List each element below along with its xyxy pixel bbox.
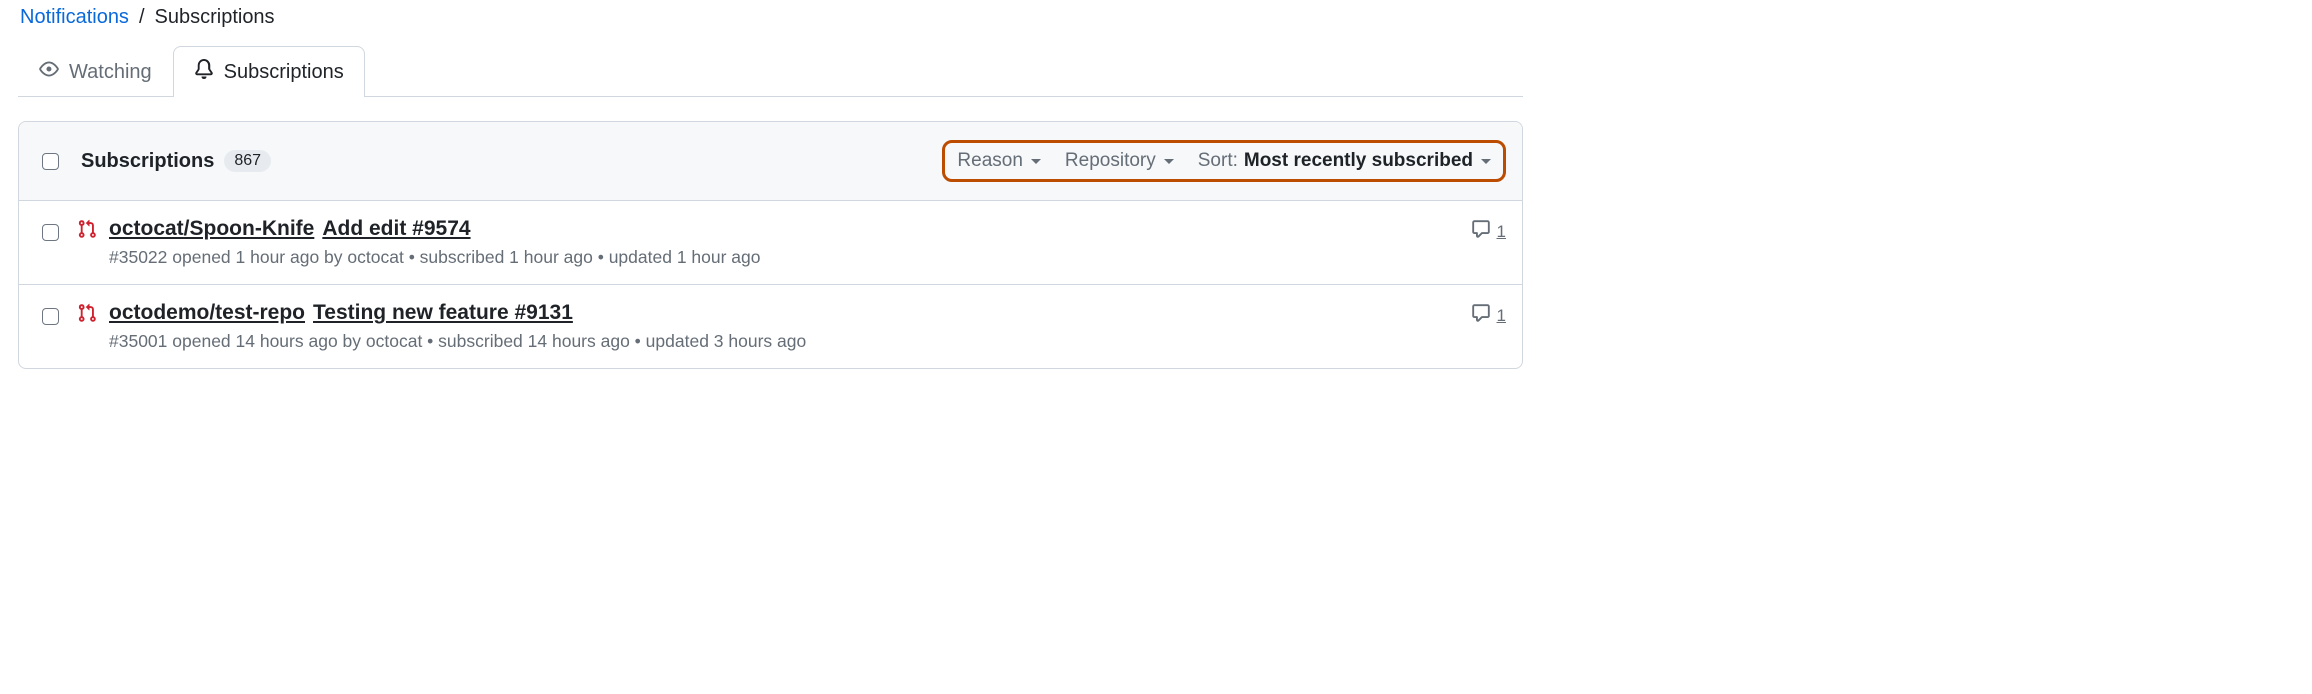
row-repo-link[interactable]: octodemo/test-repo [109, 301, 305, 325]
row-comments-link[interactable]: 1 [1471, 301, 1506, 328]
filter-repository-label: Repository [1065, 150, 1156, 172]
breadcrumb: Notifications / Subscriptions [18, 0, 1523, 45]
row-meta: #35022 opened 1 hour ago by octocat • su… [109, 247, 1459, 268]
box-title-label: Subscriptions [81, 150, 214, 173]
comment-icon [1471, 219, 1491, 244]
row-checkbox[interactable] [42, 308, 59, 325]
subscriptions-count: 867 [224, 150, 271, 172]
row-meta: #35001 opened 14 hours ago by octocat • … [109, 331, 1459, 352]
filter-repository[interactable]: Repository [1065, 150, 1174, 172]
row-comments-link[interactable]: 1 [1471, 217, 1506, 244]
filter-sort-prefix: Sort: [1198, 150, 1238, 172]
breadcrumb-parent-link[interactable]: Notifications [20, 6, 129, 29]
row-title-link[interactable]: Add edit #9574 [322, 217, 470, 241]
filter-reason[interactable]: Reason [957, 150, 1041, 172]
filter-sort[interactable]: Sort: Most recently subscribed [1198, 150, 1491, 172]
subscription-row: octocat/Spoon-Knife Add edit #9574 #3502… [19, 201, 1522, 285]
eye-icon [39, 59, 59, 85]
box-header: Subscriptions 867 Reason Repository Sort… [19, 122, 1522, 201]
bell-icon [194, 59, 214, 85]
breadcrumb-separator: / [139, 6, 145, 29]
filter-reason-label: Reason [957, 150, 1023, 172]
tab-subscriptions[interactable]: Subscriptions [173, 46, 365, 97]
row-checkbox[interactable] [42, 224, 59, 241]
box-title: Subscriptions 867 [81, 150, 271, 173]
row-comments-count: 1 [1497, 306, 1506, 326]
filters-group: Reason Repository Sort: Most recently su… [942, 140, 1506, 182]
pull-request-icon [77, 301, 97, 326]
comment-icon [1471, 303, 1491, 328]
row-repo-link[interactable]: octocat/Spoon-Knife [109, 217, 314, 241]
subscription-row: octodemo/test-repo Testing new feature #… [19, 285, 1522, 368]
tab-nav: Watching Subscriptions [18, 45, 1523, 97]
pull-request-icon [77, 217, 97, 242]
caret-down-icon [1031, 159, 1041, 164]
subscriptions-box: Subscriptions 867 Reason Repository Sort… [18, 121, 1523, 369]
tab-watching[interactable]: Watching [18, 46, 173, 97]
tab-watching-label: Watching [69, 61, 152, 84]
breadcrumb-current: Subscriptions [155, 6, 275, 29]
tab-subscriptions-label: Subscriptions [224, 61, 344, 84]
row-comments-count: 1 [1497, 222, 1506, 242]
caret-down-icon [1481, 159, 1491, 164]
select-all-checkbox[interactable] [42, 153, 59, 170]
filter-sort-value: Most recently subscribed [1244, 150, 1473, 172]
caret-down-icon [1164, 159, 1174, 164]
row-title-link[interactable]: Testing new feature #9131 [313, 301, 573, 325]
